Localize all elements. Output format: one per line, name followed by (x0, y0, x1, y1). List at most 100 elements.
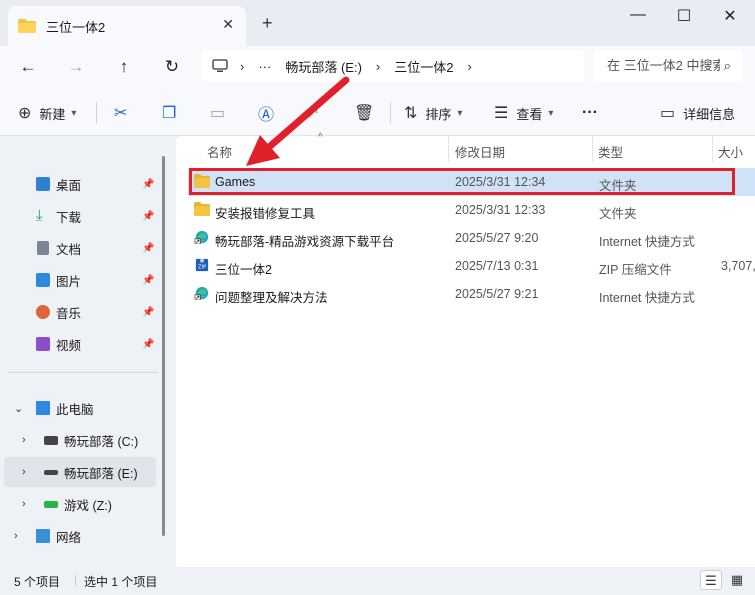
chevron-right-icon[interactable]: › (22, 434, 26, 446)
desktop-icon (36, 177, 50, 191)
more-options-button[interactable]: ··· (582, 102, 598, 124)
sidebar-scrollbar[interactable] (162, 156, 165, 536)
view-button[interactable]: ☰ 查看 ▾ (494, 102, 553, 124)
share-button[interactable]: ↗ (306, 102, 327, 124)
table-row[interactable]: 安装报错修复工具 2025/3/31 12:33 文件夹 (188, 196, 755, 224)
sidebar-item-label: 畅玩部落 (C:) (64, 434, 139, 449)
close-window-button[interactable]: ✕ (712, 6, 748, 28)
command-bar: ⊕ 新建 ▾ ✂ ❐ ▭ Ⓐ ↗ 🗑 ⇅ 排序 ▾ ☰ 查看 ▾ ··· ▭ 详… (0, 88, 755, 136)
maximize-button[interactable]: ☐ (666, 6, 702, 28)
tiles-view-icon: ▦ (730, 572, 744, 587)
refresh-button[interactable]: ↻ (158, 54, 186, 80)
sidebar-item-videos[interactable]: 视频 📌 (0, 329, 158, 359)
sidebar-item-desktop[interactable]: 桌面 📌 (0, 169, 158, 199)
chevron-down-icon: ▾ (457, 107, 463, 119)
sort-button[interactable]: ⇅ 排序 ▾ (404, 102, 462, 124)
new-button[interactable]: ⊕ 新建 ▾ (18, 102, 76, 124)
view-list-icon: ☰ (494, 105, 509, 122)
chevron-right-icon[interactable]: › (14, 530, 18, 542)
drive-icon (44, 470, 58, 475)
details-pane-icon: ▭ (660, 105, 676, 122)
sort-ascending-icon: ^ (318, 132, 323, 143)
sidebar-item-drive-e[interactable]: › 畅玩部落 (E:) (4, 457, 156, 487)
file-date: 2025/5/27 9:20 (455, 231, 539, 245)
drive-icon (44, 501, 58, 508)
chevron-right-icon[interactable]: › (22, 466, 26, 478)
details-pane-button[interactable]: ▭ 详细信息 (660, 102, 735, 124)
title-bar: 三位一体2 ✕ + — ☐ ✕ (0, 0, 755, 46)
sidebar-item-music[interactable]: 音乐 📌 (0, 297, 158, 327)
breadcrumb-separator: › (240, 58, 245, 74)
network-icon (36, 529, 50, 543)
sort-icon: ⇅ (404, 105, 418, 122)
forward-button[interactable]: → (62, 54, 90, 80)
file-date: 2025/3/31 12:33 (455, 203, 546, 217)
file-type: Internet 快捷方式 (599, 235, 695, 249)
folder-icon (194, 202, 210, 216)
column-divider[interactable] (592, 136, 593, 162)
toolbar-divider (390, 102, 391, 124)
sidebar-item-network[interactable]: › 网络 (0, 521, 158, 551)
up-button[interactable]: ↑ (110, 54, 138, 80)
tab-active[interactable]: 三位一体2 ✕ (8, 6, 246, 46)
new-label: 新建 (39, 106, 66, 122)
sidebar-item-this-pc[interactable]: ⌄ 此电脑 (0, 393, 158, 423)
breadcrumb-drive[interactable]: 畅玩部落 (E:) (285, 57, 362, 76)
sidebar-item-label: 视频 (56, 338, 82, 353)
sidebar-item-documents[interactable]: 文档 📌 (0, 233, 158, 263)
column-header-date[interactable]: 修改日期 (455, 142, 505, 161)
breadcrumb-more[interactable]: ··· (258, 59, 271, 74)
new-tab-button[interactable]: + (262, 13, 273, 34)
file-name: 安装报错修复工具 (215, 207, 316, 221)
delete-button[interactable]: 🗑 (354, 102, 382, 124)
column-divider[interactable] (712, 136, 713, 162)
status-bar: 5 个项目 | 选中 1 个项目 ☰ ▦ (0, 567, 755, 595)
pin-icon: 📌 (142, 178, 155, 190)
cut-button[interactable]: ✂ (114, 102, 135, 124)
sidebar-item-downloads[interactable]: ⤓ 下载 📌 (0, 201, 158, 231)
sidebar-item-label: 音乐 (56, 306, 82, 321)
column-header-type[interactable]: 类型 (598, 142, 623, 161)
column-divider[interactable] (448, 136, 449, 162)
paste-button[interactable]: ▭ (210, 102, 233, 124)
back-button[interactable]: ← (14, 54, 42, 80)
tab-close-button[interactable]: ✕ (222, 16, 234, 33)
selected-count: 选中 1 个项目 (84, 575, 158, 589)
file-name: 三位一体2 (215, 263, 272, 277)
breadcrumb-folder[interactable]: 三位一体2 (394, 57, 453, 76)
search-input[interactable]: 在 三位一体2 中搜索 ⌕ (593, 50, 743, 82)
sidebar-item-label: 下载 (56, 210, 82, 225)
edge-shortcut-icon (194, 286, 209, 300)
file-type: 文件夹 (599, 207, 637, 221)
minimize-button[interactable]: — (620, 6, 656, 28)
breadcrumb-separator[interactable]: › (467, 59, 471, 74)
computer-icon (212, 59, 228, 72)
sidebar-item-label: 文档 (56, 242, 82, 257)
pin-icon: 📌 (142, 210, 155, 222)
sidebar-item-label: 桌面 (56, 178, 82, 193)
sidebar-item-pictures[interactable]: 图片 📌 (0, 265, 158, 295)
column-header-name[interactable]: 名称 (207, 142, 232, 161)
table-row[interactable]: 问题整理及解决方法 2025/5/27 9:21 Internet 快捷方式 (188, 280, 755, 308)
file-name: 畅玩部落-精品游戏资源下载平台 (215, 235, 395, 249)
rename-button[interactable]: Ⓐ (258, 102, 282, 124)
file-size: 3,707, (721, 259, 755, 273)
sidebar-item-label: 图片 (56, 274, 82, 289)
address-bar[interactable]: › ··· 畅玩部落 (E:) › 三位一体2 › (202, 50, 584, 82)
chevron-right-icon[interactable]: › (22, 498, 26, 510)
file-name: 问题整理及解决方法 (215, 291, 328, 305)
column-header-size[interactable]: 大小 (718, 142, 743, 161)
sidebar-item-drive-z[interactable]: › 游戏 (Z:) (0, 489, 158, 519)
sidebar-item-label: 游戏 (Z:) (64, 498, 112, 513)
sort-label: 排序 (425, 106, 452, 122)
chevron-down-icon[interactable]: ⌄ (14, 402, 23, 415)
sidebar-item-drive-c[interactable]: › 畅玩部落 (C:) (0, 425, 158, 455)
table-row[interactable]: 畅玩部落-精品游戏资源下载平台 2025/5/27 9:20 Internet … (188, 224, 755, 252)
download-icon: ⤓ (36, 207, 43, 224)
copy-button[interactable]: ❐ (162, 102, 184, 124)
scissors-icon: ✂ (114, 105, 128, 122)
details-view-button[interactable]: ☰ (700, 570, 722, 590)
table-row[interactable]: ZIP 三位一体2 2025/7/13 0:31 ZIP 压缩文件 3,707, (188, 252, 755, 280)
tiles-view-button[interactable]: ▦ (726, 570, 748, 590)
svg-text:ZIP: ZIP (198, 265, 206, 271)
